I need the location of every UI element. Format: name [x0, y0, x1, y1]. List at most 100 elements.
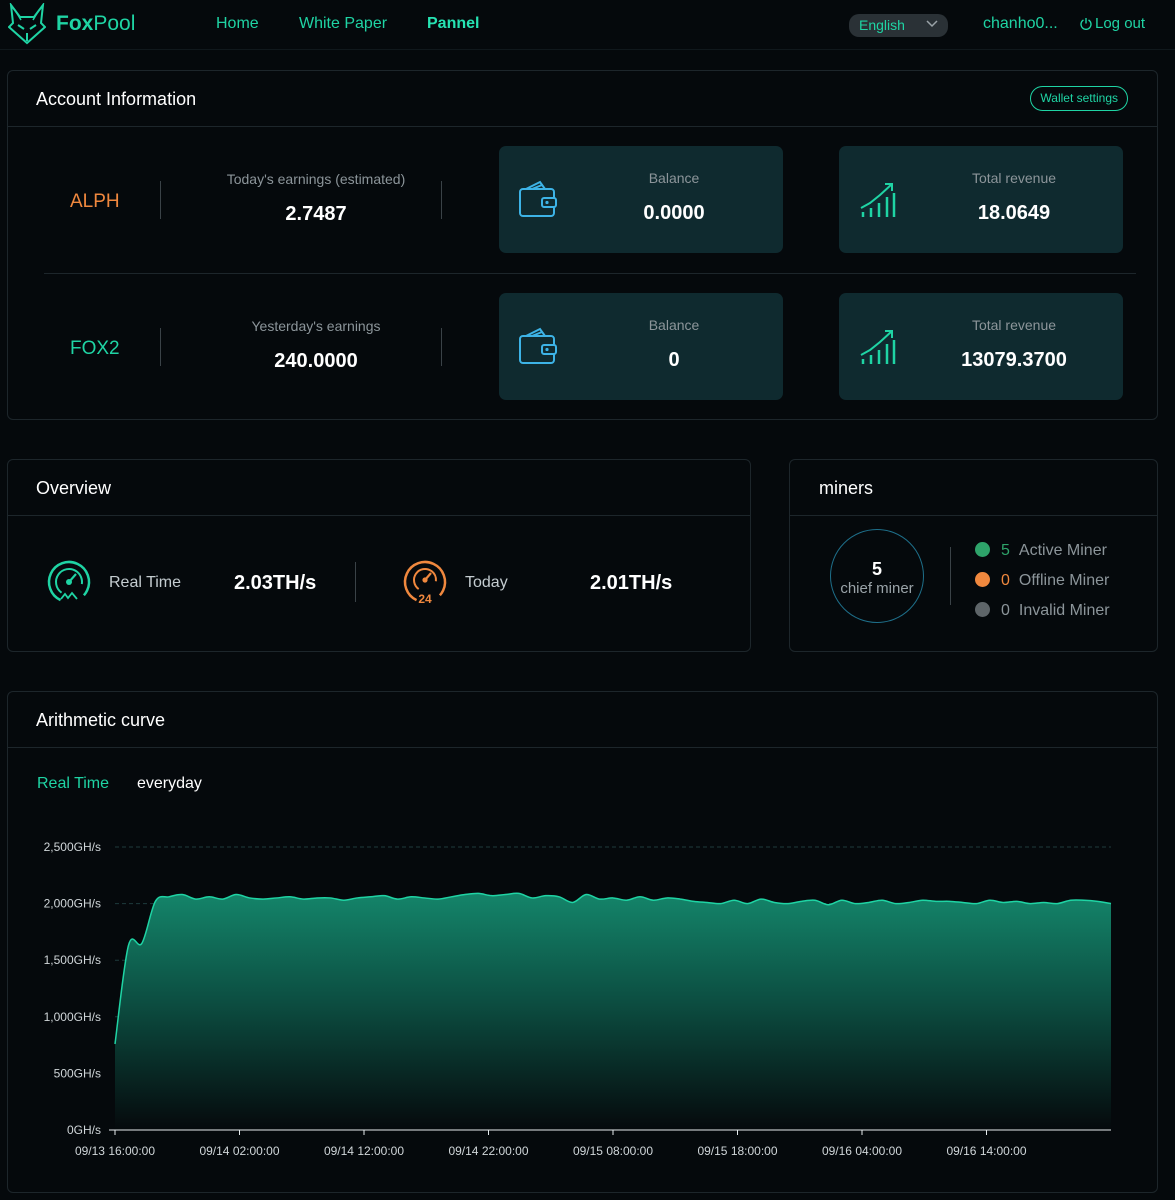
chief-miner-ring: 5 chief miner	[830, 529, 924, 623]
x-tick-label: 09/14 22:00:00	[448, 1144, 528, 1158]
miners-panel: miners 5 chief miner 5 Active Miner 0 Offl…	[789, 459, 1158, 652]
user-menu[interactable]: chanho0...	[983, 15, 1058, 33]
divider	[950, 547, 951, 605]
fox2-balance-card: Balance 0	[499, 293, 783, 400]
y-tick-label: 2,500GH/s	[44, 840, 101, 854]
divider	[355, 562, 356, 602]
y-tick-label: 1,000GH/s	[44, 1010, 101, 1024]
chief-miner-count: 5	[871, 559, 882, 579]
speedometer-24h-icon: 24	[403, 560, 447, 605]
badge-24: 24	[418, 592, 432, 605]
account-panel-header: Account Information Wallet settings	[8, 71, 1157, 127]
x-tick-label: 09/16 14:00:00	[946, 1144, 1026, 1158]
today-earnings-value: 2.7487	[285, 203, 347, 225]
y-tick-label: 1,500GH/s	[44, 953, 101, 967]
language-select[interactable]: English	[849, 14, 948, 37]
tab-real-time[interactable]: Real Time	[37, 775, 109, 793]
nav-white-paper[interactable]: White Paper	[299, 15, 387, 33]
wallet-settings-button[interactable]: Wallet settings	[1030, 86, 1128, 111]
account-title: Account Information	[36, 89, 197, 109]
growth-chart-icon	[860, 183, 896, 217]
fox-logo-icon[interactable]	[8, 3, 46, 45]
hashrate-area-chart[interactable]: 09/13 16:00:00 09/14 02:00:00 09/14 12:00:…	[8, 822, 1159, 1172]
logout-button[interactable]: Log out	[1080, 15, 1145, 32]
x-tick-label: 09/14 02:00:00	[199, 1144, 279, 1158]
x-axis: 09/13 16:00:00 09/14 02:00:00 09/14 12:00:…	[75, 1129, 1111, 1158]
active-count: 5	[1001, 542, 1010, 559]
realtime-hashrate: 2.03TH/s	[234, 572, 317, 594]
today-earnings-label: Today's earnings (estimated)	[226, 171, 406, 187]
power-icon	[1080, 18, 1092, 30]
y-axis: 0GH/s 500GH/s 1,000GH/s 1,500GH/s 2,000GH/s 2…	[44, 840, 101, 1137]
row-divider	[44, 273, 1136, 274]
balance-value: 0.0000	[643, 202, 705, 224]
yesterday-earnings-value: 240.0000	[274, 350, 358, 372]
miners-title: miners	[819, 478, 874, 498]
offline-label: Offline Miner	[1018, 572, 1110, 589]
brand-pool: Pool	[93, 12, 136, 35]
legend-active-miner[interactable]: 5 Active Miner	[975, 542, 1107, 560]
speedometer-icon	[47, 560, 91, 604]
active-label: Active Miner	[1018, 542, 1107, 559]
x-tick-label: 09/16 04:00:00	[822, 1144, 902, 1158]
hashrate-area	[115, 893, 1111, 1130]
offline-count: 0	[1001, 572, 1010, 589]
overview-title: Overview	[36, 478, 112, 498]
divider	[160, 181, 161, 219]
coin-alph: ALPH	[70, 191, 120, 212]
legend-invalid-miner[interactable]: 0 Invalid Miner	[975, 602, 1110, 620]
arithmetic-curve-panel: Arithmetic curve Real Time everyday 09/1…	[7, 691, 1158, 1193]
miners-header: miners	[790, 460, 1157, 516]
top-navbar: FoxPool Home White Paper Pannel English …	[0, 0, 1175, 50]
yesterday-earnings-label: Yesterday's earnings	[251, 318, 381, 334]
tab-everyday[interactable]: everyday	[137, 775, 202, 793]
y-tick-label: 2,000GH/s	[44, 897, 101, 911]
divider	[441, 328, 442, 366]
alph-revenue-card: Total revenue 18.0649	[839, 146, 1123, 253]
y-tick-label: 500GH/s	[54, 1066, 101, 1080]
realtime-label: Real Time	[109, 574, 182, 591]
series-layer	[114, 892, 1112, 1130]
curve-header: Arithmetic curve	[8, 692, 1157, 748]
overview-panel: Overview Real Time 2.03TH/s 24 Today 2.0…	[7, 459, 751, 652]
total-revenue-label: Total revenue	[971, 170, 1057, 186]
balance-value: 0	[668, 349, 680, 371]
chevron-down-icon	[926, 20, 938, 28]
brand-fox: Fox	[56, 12, 94, 35]
total-revenue-label: Total revenue	[971, 317, 1057, 333]
x-tick-label: 09/15 18:00:00	[697, 1144, 777, 1158]
total-revenue-value: 13079.3700	[961, 349, 1067, 371]
divider	[441, 181, 442, 219]
chief-miner-label: chief miner	[840, 580, 914, 597]
today-label: Today	[465, 574, 508, 591]
fox2-revenue-card: Total revenue 13079.3700	[839, 293, 1123, 400]
alph-balance-card: Balance 0.0000	[499, 146, 783, 253]
x-tick-label: 09/14 12:00:00	[324, 1144, 404, 1158]
brand-name[interactable]: FoxPool	[56, 12, 135, 36]
language-value: English	[859, 17, 905, 33]
coin-fox2: FOX2	[70, 338, 120, 359]
wallet-icon	[519, 327, 557, 364]
offline-dot	[975, 572, 990, 587]
nav-pannel[interactable]: Pannel	[427, 15, 479, 33]
nav-home[interactable]: Home	[216, 15, 259, 33]
balance-label: Balance	[648, 170, 700, 186]
divider	[160, 328, 161, 366]
invalid-count: 0	[1001, 602, 1010, 619]
wallet-icon	[519, 180, 557, 217]
active-dot	[975, 542, 990, 557]
invalid-dot	[975, 602, 990, 617]
today-hashrate: 2.01TH/s	[590, 572, 673, 594]
x-tick-label: 09/13 16:00:00	[75, 1144, 155, 1158]
logout-label: Log out	[1095, 15, 1146, 32]
account-information-panel: Account Information Wallet settings ALPH…	[7, 70, 1158, 420]
legend-offline-miner[interactable]: 0 Offline Miner	[975, 572, 1109, 590]
x-tick-label: 09/15 08:00:00	[573, 1144, 653, 1158]
overview-header: Overview	[8, 460, 750, 516]
balance-label: Balance	[648, 317, 700, 333]
total-revenue-value: 18.0649	[977, 202, 1051, 224]
y-tick-label: 0GH/s	[67, 1123, 101, 1137]
curve-title: Arithmetic curve	[36, 710, 166, 730]
invalid-label: Invalid Miner	[1018, 602, 1110, 619]
growth-chart-icon	[860, 330, 896, 364]
